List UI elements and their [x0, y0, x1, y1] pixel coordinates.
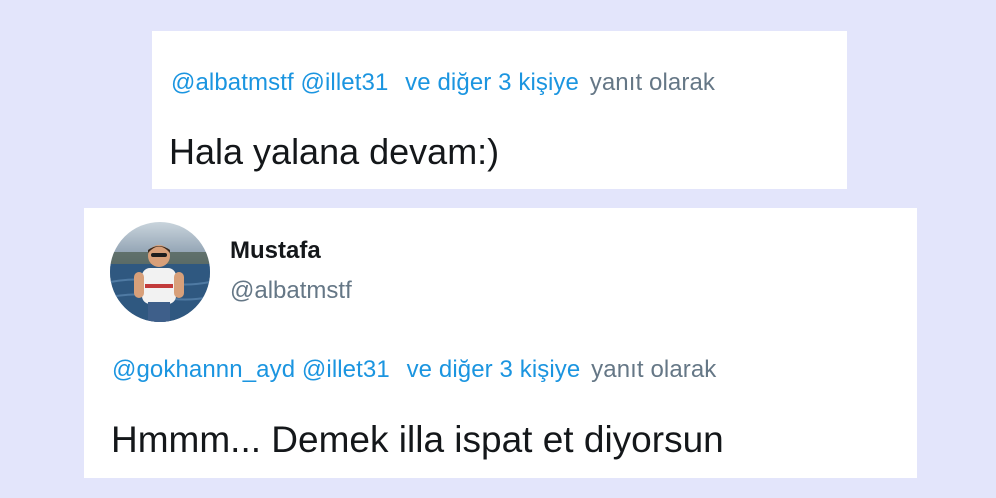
mention-link[interactable]: @illet31 — [302, 356, 390, 383]
reply-suffix: yanıt olarak — [591, 356, 717, 383]
mention-link[interactable]: @gokhannn_ayd — [112, 356, 295, 383]
author-name[interactable]: Mustafa — [230, 237, 321, 265]
other-recipients-link[interactable]: ve diğer 3 kişiye — [407, 356, 581, 383]
author-handle[interactable]: @albatmstf — [230, 277, 352, 305]
reply-context: @gokhannn_ayd @illet31 ve diğer 3 kişiye… — [112, 356, 716, 384]
mention-link[interactable]: @albatmstf — [171, 69, 294, 96]
tweet-card-top: @albatmstf @illet31 ve diğer 3 kişiye ya… — [152, 31, 847, 189]
tweet-text: Hala yalana devam:) — [169, 131, 500, 172]
other-recipients-link[interactable]: ve diğer 3 kişiye — [405, 69, 579, 96]
avatar-photo — [110, 222, 210, 322]
tweet-card-bottom: Mustafa @albatmstf @gokhannn_ayd @illet3… — [84, 208, 917, 478]
reply-suffix: yanıt olarak — [589, 69, 716, 96]
tweet-text: Hmmm... Demek illa ispat et diyorsun — [111, 419, 724, 460]
mention-link[interactable]: @illet31 — [301, 69, 389, 96]
reply-context: @albatmstf @illet31 ve diğer 3 kişiye ya… — [171, 69, 715, 97]
avatar[interactable] — [110, 222, 210, 322]
